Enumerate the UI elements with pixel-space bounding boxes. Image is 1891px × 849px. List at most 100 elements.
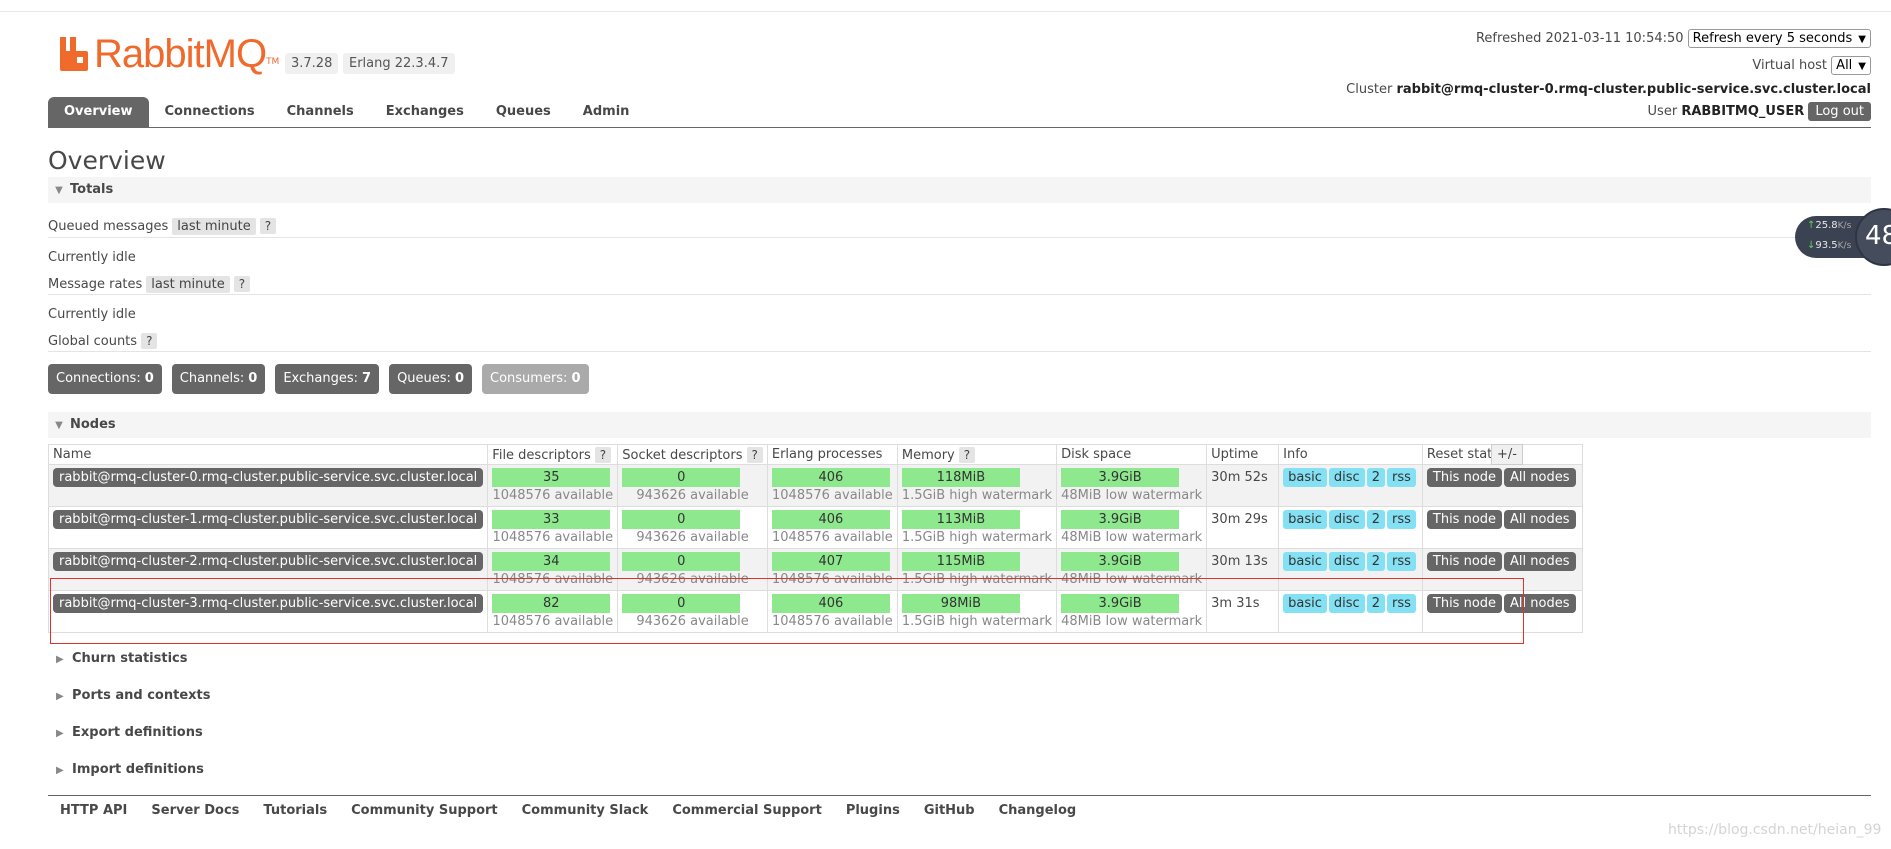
refresh-select[interactable]: Refresh every 5 seconds ▼ [1687, 29, 1871, 48]
node-name-link[interactable]: rabbit@rmq-cluster-1.rmq-cluster.public-… [53, 510, 484, 529]
export-definitions-section[interactable]: ▶ Export definitions [56, 725, 203, 740]
col-name[interactable]: Name [47, 444, 489, 465]
connections-count[interactable]: Connections: 0 [48, 364, 162, 394]
page-title: Overview [48, 146, 166, 175]
tab-channels[interactable]: Channels [271, 97, 370, 127]
footer-link-github[interactable]: GitHub [924, 803, 975, 818]
triangle-right-icon: ▶ [56, 765, 64, 776]
table-row: rabbit@rmq-cluster-1.rmq-cluster.public-… [47, 506, 1583, 549]
annotation-highlight-box [50, 578, 1524, 644]
ports-contexts-section[interactable]: ▶ Ports and contexts [56, 688, 210, 703]
watermark-text: https://blog.csdn.net/heian_99 [1668, 822, 1882, 838]
reset-all-nodes-button[interactable]: All nodes [1504, 510, 1576, 529]
chevron-down-icon: ▼ [1858, 61, 1866, 72]
tab-exchanges[interactable]: Exchanges [370, 97, 480, 127]
user-name: RABBITMQ_USER [1681, 104, 1805, 119]
logo-text: RabbitMQ [94, 32, 267, 76]
col-erlang-processes[interactable]: Erlang processes [766, 444, 898, 465]
disk-bar: 3.9GiB [1061, 468, 1180, 487]
exchanges-count[interactable]: Exchanges: 7 [275, 364, 380, 394]
reset-this-node-button[interactable]: This node [1426, 552, 1503, 571]
info-basic: basic [1283, 552, 1327, 571]
info-rss: rss [1387, 468, 1416, 487]
help-button[interactable]: ? [233, 276, 251, 292]
triangle-down-icon: ▼ [55, 185, 63, 196]
tab-overview[interactable]: Overview [48, 97, 149, 127]
refreshed-label: Refreshed 2021-03-11 10:54:50 [1475, 31, 1684, 46]
footer-link-server-docs[interactable]: Server Docs [151, 803, 239, 818]
footer-link-commercial-support[interactable]: Commercial Support [672, 803, 822, 818]
main-tabs: Overview Connections Channels Exchanges … [48, 97, 645, 127]
info-basic: basic [1283, 468, 1327, 487]
fd-bar: 35 [492, 468, 611, 487]
tab-connections[interactable]: Connections [149, 97, 271, 127]
sd-bar: 0 [622, 552, 741, 571]
queued-messages-row: Queued messages last minute? [48, 218, 277, 235]
chevron-down-icon: ▼ [1858, 34, 1866, 45]
network-speed-widget[interactable]: ↑25.8K/s ↓93.5K/s 48 [1795, 208, 1891, 266]
footer-link-community-slack[interactable]: Community Slack [522, 803, 649, 818]
help-button[interactable]: ? [141, 333, 158, 349]
memory-bar: 115MiB [901, 552, 1020, 571]
footer-divider [48, 795, 1871, 796]
col-uptime[interactable]: Uptime [1206, 444, 1280, 465]
footer-links: HTTP API Server Docs Tutorials Community… [60, 803, 1076, 818]
channels-count[interactable]: Channels: 0 [171, 364, 266, 394]
reset-this-node-button[interactable]: This node [1426, 468, 1503, 487]
reset-all-nodes-button[interactable]: All nodes [1504, 468, 1576, 487]
reset-this-node-button[interactable]: This node [1426, 510, 1503, 529]
rabbitmq-logo[interactable]: RabbitMQ TM [58, 32, 280, 76]
cluster-label: Cluster [1346, 82, 1393, 97]
column-toggle-button[interactable]: +/- [1491, 444, 1523, 465]
divider [48, 237, 1871, 238]
global-counts: Connections: 0 Channels: 0 Exchanges: 7 Que… [48, 364, 589, 394]
fd-bar: 33 [492, 510, 611, 529]
user-label: User [1647, 104, 1678, 119]
col-file-descriptors[interactable]: File descriptors? [487, 444, 619, 465]
footer-link-tutorials[interactable]: Tutorials [263, 803, 327, 818]
help-button[interactable]: ? [259, 218, 277, 234]
memory-bar: 118MiB [901, 468, 1020, 487]
footer-link-changelog[interactable]: Changelog [999, 803, 1077, 818]
totals-section-header[interactable]: ▼ Totals [48, 177, 1871, 203]
table-row: rabbit@rmq-cluster-0.rmq-cluster.public-… [47, 464, 1583, 507]
help-button[interactable]: ? [594, 446, 612, 463]
help-button[interactable]: ? [958, 446, 976, 463]
consumers-count: Consumers: 0 [482, 364, 589, 394]
help-button[interactable]: ? [746, 446, 763, 463]
nodes-section-header[interactable]: ▼ Nodes [48, 412, 1871, 438]
cluster-name: rabbit@rmq-cluster-0.rmq-cluster.public-… [1396, 82, 1871, 97]
col-disk-space[interactable]: Disk space [1056, 444, 1208, 465]
ep-bar: 406 [771, 510, 890, 529]
churn-statistics-section[interactable]: ▶ Churn statistics [56, 651, 188, 666]
import-definitions-section[interactable]: ▶ Import definitions [56, 762, 204, 777]
last-minute-toggle[interactable]: last minute [146, 276, 230, 293]
col-memory[interactable]: Memory? [896, 444, 1058, 465]
refresh-controls: Refreshed 2021-03-11 10:54:50 Refresh ev… [1476, 29, 1871, 48]
info-rss: rss [1387, 552, 1416, 571]
erlang-badge: Erlang 22.3.4.7 [343, 53, 455, 74]
memory-bar: 113MiB [901, 510, 1020, 529]
tab-queues[interactable]: Queues [480, 97, 567, 127]
info-basic: basic [1283, 510, 1327, 529]
node-name-link[interactable]: rabbit@rmq-cluster-0.rmq-cluster.public-… [53, 468, 484, 487]
col-socket-descriptors[interactable]: Socket descriptors? [617, 444, 768, 465]
vhost-controls: Virtual host All ▼ [1752, 56, 1871, 75]
footer-link-http-api[interactable]: HTTP API [60, 803, 127, 818]
triangle-right-icon: ▶ [56, 728, 64, 739]
reset-all-nodes-button[interactable]: All nodes [1504, 552, 1576, 571]
logo-trademark: TM [266, 57, 280, 67]
footer-link-community-support[interactable]: Community Support [351, 803, 498, 818]
tab-admin[interactable]: Admin [567, 97, 646, 127]
triangle-right-icon: ▶ [56, 654, 64, 665]
col-info[interactable]: Info [1278, 444, 1423, 465]
logout-button[interactable]: Log out [1808, 102, 1871, 121]
last-minute-toggle[interactable]: last minute [172, 218, 256, 235]
disk-bar: 3.9GiB [1061, 552, 1180, 571]
footer-link-plugins[interactable]: Plugins [846, 803, 900, 818]
node-name-link[interactable]: rabbit@rmq-cluster-2.rmq-cluster.public-… [53, 552, 484, 571]
info-disc: disc [1328, 468, 1365, 487]
sd-bar: 0 [622, 468, 741, 487]
vhost-select[interactable]: All ▼ [1831, 56, 1871, 75]
queues-count[interactable]: Queues: 0 [389, 364, 472, 394]
